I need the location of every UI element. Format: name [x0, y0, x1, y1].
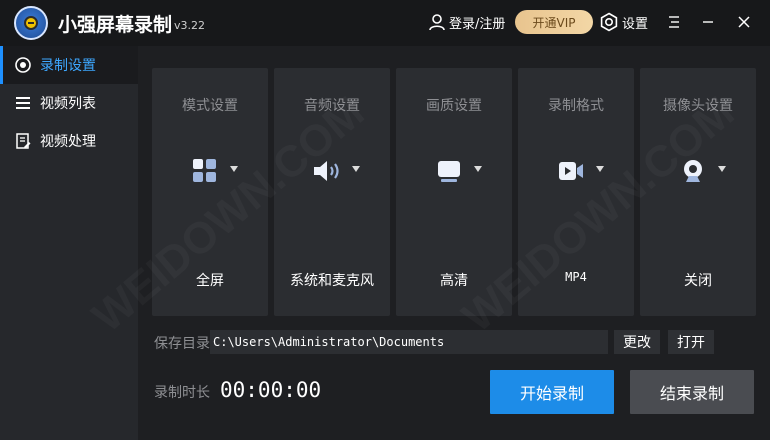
edit-document-icon	[16, 133, 31, 149]
sidebar-item-label: 录制设置	[40, 58, 96, 74]
save-directory-label: 保存目录	[154, 336, 210, 352]
speaker-icon	[312, 156, 342, 186]
menu-icon	[669, 16, 679, 28]
sidebar: 录制设置 视频列表 视频处理	[0, 46, 138, 440]
list-icon	[16, 97, 30, 109]
grid-mode-icon	[190, 156, 220, 186]
gear-icon	[600, 12, 618, 32]
main-panel: 模式设置 全屏 音频设置 系统和麦克风 画质设置 高清 录制格式 MP4 摄像头…	[138, 46, 770, 440]
minimize-button[interactable]	[698, 12, 718, 32]
chevron-down-icon[interactable]	[718, 166, 726, 172]
vip-button[interactable]: 开通VIP	[515, 10, 593, 34]
menu-button[interactable]	[664, 12, 684, 32]
chevron-down-icon[interactable]	[596, 166, 604, 172]
open-directory-button[interactable]: 打开	[668, 330, 714, 354]
sidebar-item-label: 视频列表	[40, 96, 96, 112]
card-title: 模式设置	[182, 98, 238, 114]
app-version: v3.22	[174, 19, 206, 32]
chevron-down-icon[interactable]	[352, 166, 360, 172]
sidebar-item-label: 视频处理	[40, 134, 96, 150]
close-icon	[738, 16, 750, 28]
webcam-settings-card[interactable]: 摄像头设置 关闭	[640, 68, 756, 316]
close-button[interactable]	[734, 12, 754, 32]
app-logo-icon	[14, 6, 48, 40]
user-icon	[429, 14, 445, 31]
settings-label: 设置	[622, 16, 649, 32]
minimize-icon	[703, 21, 713, 23]
card-value: 高清	[440, 273, 468, 289]
change-directory-button[interactable]: 更改	[614, 330, 660, 354]
card-value: 系统和麦克风	[290, 273, 374, 289]
card-title: 摄像头设置	[663, 98, 733, 114]
login-label: 登录/注册	[449, 16, 506, 32]
recording-duration-label: 录制时长	[154, 385, 210, 401]
sidebar-item-video-processing[interactable]: 视频处理	[0, 122, 138, 160]
sidebar-item-video-list[interactable]: 视频列表	[0, 84, 138, 122]
card-title: 画质设置	[426, 98, 482, 114]
webcam-icon	[678, 156, 708, 186]
video-camera-icon	[556, 156, 586, 186]
monitor-icon	[434, 156, 464, 186]
quality-settings-card[interactable]: 画质设置 高清	[396, 68, 512, 316]
recording-duration-value: 00:00:00	[220, 378, 322, 402]
title-bar: 小强屏幕录制 v3.22 登录/注册 开通VIP 设置	[0, 0, 770, 46]
login-button[interactable]: 登录/注册	[428, 12, 505, 32]
mode-settings-card[interactable]: 模式设置 全屏	[152, 68, 268, 316]
settings-button[interactable]: 设置	[599, 12, 648, 32]
card-value: 关闭	[684, 273, 712, 289]
sidebar-item-record-settings[interactable]: 录制设置	[0, 46, 138, 84]
record-icon	[15, 57, 31, 73]
card-title: 录制格式	[548, 98, 604, 114]
card-title: 音频设置	[304, 98, 360, 114]
chevron-down-icon[interactable]	[230, 166, 238, 172]
start-recording-button[interactable]: 开始录制	[490, 370, 614, 414]
card-value: 全屏	[196, 273, 224, 289]
chevron-down-icon[interactable]	[474, 166, 482, 172]
stop-recording-button[interactable]: 结束录制	[630, 370, 754, 414]
app-title: 小强屏幕录制	[58, 14, 173, 36]
card-value: MP4	[565, 270, 587, 284]
format-settings-card[interactable]: 录制格式 MP4	[518, 68, 634, 316]
audio-settings-card[interactable]: 音频设置 系统和麦克风	[274, 68, 390, 316]
save-path-field[interactable]	[210, 330, 608, 354]
